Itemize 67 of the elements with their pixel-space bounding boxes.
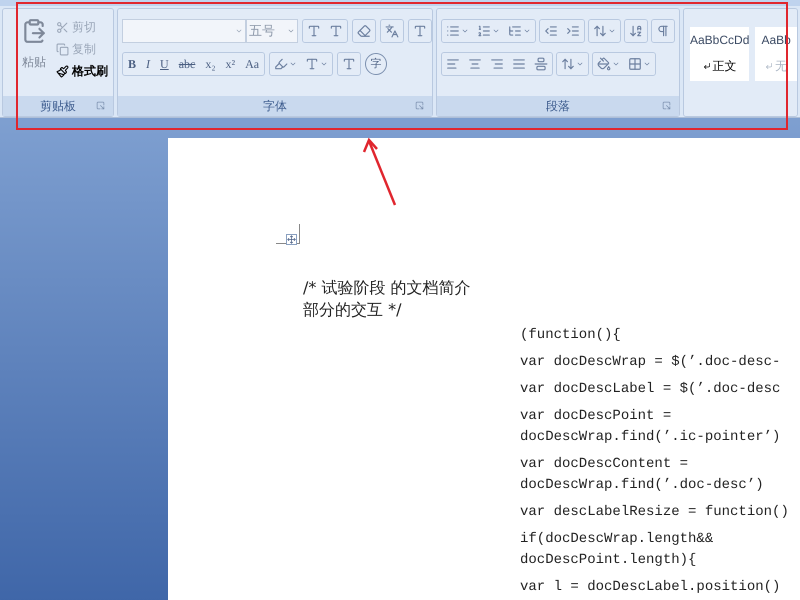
return-arrow-icon: [702, 62, 711, 70]
decrease-indent-icon: [544, 24, 558, 38]
format-button[interactable]: x₂: [200, 53, 221, 75]
code-line: var docDescWrap = $(’.doc-desc-: [520, 353, 782, 372]
group-label: 段落: [546, 98, 570, 115]
highlight-icon: [274, 57, 288, 71]
code-line: var docDescPoint =: [520, 407, 672, 426]
comment-text: 部分的交互 */: [303, 299, 402, 321]
scissors-icon: [56, 20, 69, 34]
caret-icon: [289, 60, 298, 68]
style-sample: AaBbCcDd: [690, 32, 750, 49]
style-swatch[interactable]: AaBbCcDd 正文: [690, 27, 750, 81]
return-arrow-icon: [765, 62, 774, 70]
caret-icon: [576, 60, 584, 68]
caret-icon: [492, 27, 500, 35]
clear-format-icon: [357, 24, 371, 38]
format-button[interactable]: abc: [174, 53, 200, 75]
line-spacing-icon: [561, 57, 575, 71]
dialog-launcher-icon[interactable]: [415, 101, 424, 110]
bullets-icon: [446, 24, 460, 38]
enclose-character-button[interactable]: 字: [365, 53, 388, 75]
multilevel-list-icon: [508, 24, 522, 38]
caret-icon: [320, 60, 328, 68]
clipboard-item[interactable]: 格式刷: [56, 61, 108, 81]
code-line: docDescWrap.find(’.ic-pointer’): [520, 428, 782, 447]
shading-icon: [597, 57, 611, 71]
font-name-field[interactable]: [122, 19, 246, 43]
table-move-handle-icon[interactable]: [286, 234, 297, 245]
increase-indent-icon: [566, 24, 580, 38]
code-line: docDescWrap.find(’.doc-desc’): [520, 476, 765, 495]
code-line: if(docDescWrap.length&&: [520, 530, 714, 549]
caret-icon: [461, 27, 469, 35]
show-marks-icon: [656, 24, 670, 38]
brush-icon: [56, 64, 69, 78]
format-button[interactable]: U: [155, 53, 174, 75]
justify-icon: [512, 57, 526, 71]
format-button[interactable]: x²: [220, 53, 240, 75]
copy-icon: [56, 42, 69, 56]
group-label: 字体: [263, 98, 287, 115]
align-left-icon: [446, 57, 460, 71]
caret-icon: [643, 60, 651, 68]
code-line: var docDescLabel = $(’.doc-desc: [520, 380, 782, 399]
comment-text: /* 试验阶段 的文档简介: [303, 277, 472, 299]
caret-icon: [287, 27, 295, 35]
numbering-icon: [477, 24, 491, 38]
borders-icon: [628, 57, 642, 71]
code-line: docDescPoint.length){: [520, 551, 698, 570]
align-right-icon: [490, 57, 504, 71]
dialog-launcher-icon[interactable]: [96, 101, 105, 110]
code-line: var l = docDescLabel.position(): [520, 578, 782, 597]
caret-icon: [235, 27, 243, 35]
caret-icon: [523, 27, 531, 35]
code-line: var docDescContent =: [520, 455, 690, 474]
dialog-launcher-icon[interactable]: [662, 101, 671, 110]
font-size-field[interactable]: 五号: [246, 19, 298, 43]
code-line: (function(){: [520, 326, 622, 345]
code-line: var descLabelResize = function(): [520, 503, 790, 522]
format-button[interactable]: I: [141, 53, 156, 75]
style-name: 正文: [712, 58, 737, 75]
sort-icon: [629, 24, 643, 38]
group-label: 剪贴板: [40, 98, 76, 115]
caret-icon: [608, 27, 616, 35]
caret-icon: [612, 60, 620, 68]
format-button[interactable]: Aa: [240, 53, 264, 75]
align-center-icon: [468, 57, 482, 71]
style-name: 无: [775, 58, 788, 75]
format-button[interactable]: B: [123, 53, 142, 75]
